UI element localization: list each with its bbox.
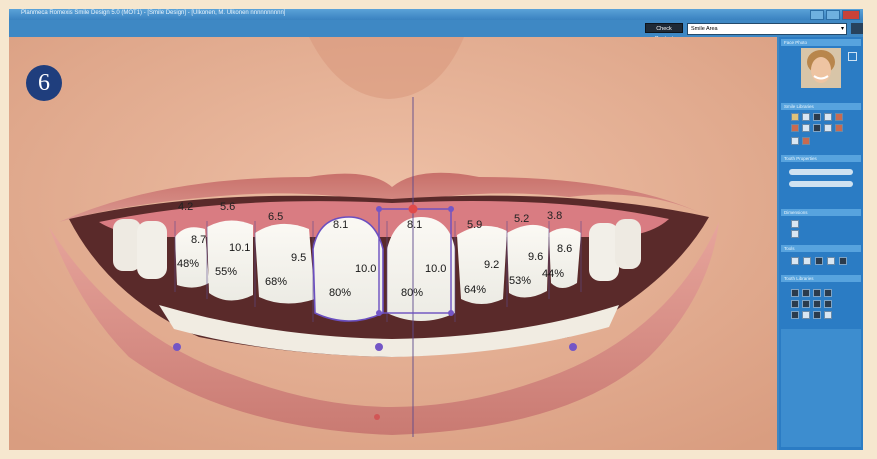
zoom-icon[interactable] [791, 257, 799, 265]
tooth-height-label: 9.2 [484, 259, 500, 271]
close-icon[interactable] [842, 10, 860, 20]
window-controls [810, 10, 860, 20]
smile-option-icon[interactable] [791, 137, 799, 145]
tooth-ratio-label: 80% [401, 287, 424, 299]
pan-icon[interactable] [803, 257, 811, 265]
tooth-ratio-label: 48% [177, 258, 200, 270]
tooth-library-icon[interactable] [824, 300, 832, 308]
panel-section-header[interactable]: Tooth Libraries [781, 275, 861, 282]
maximize-icon[interactable] [826, 10, 840, 20]
panel-section-header[interactable]: Tools [781, 245, 861, 252]
tooth-library-icon[interactable] [791, 289, 799, 297]
mode-select[interactable]: Smile Area ▾ [687, 23, 847, 35]
smile-library-icon[interactable] [791, 113, 799, 121]
panel-section-header[interactable]: Tooth Properties [781, 155, 861, 162]
panel-section-header[interactable]: Dimensions [781, 209, 861, 216]
tooth-property-slider[interactable] [789, 169, 853, 175]
midline-top-marker [408, 204, 418, 214]
tooth-width-label: 8.1 [333, 219, 349, 231]
tooth-height-label: 9.5 [291, 252, 307, 264]
smile-library-icon[interactable] [835, 113, 843, 121]
tooth-ratio-label: 80% [329, 287, 352, 299]
minimize-icon[interactable] [810, 10, 824, 20]
tooth-library-icon[interactable] [791, 300, 799, 308]
smile-library-icon[interactable] [813, 113, 821, 121]
face-photo-thumbnail[interactable] [801, 48, 841, 88]
toolbar-corner-button[interactable] [851, 23, 863, 34]
tooth-library-icon[interactable] [802, 300, 810, 308]
tooth-width-label: 5.6 [220, 201, 236, 213]
tooth-library-icon[interactable] [813, 311, 821, 319]
tooth-width-label: 8.1 [407, 219, 423, 231]
smile-library-icon[interactable] [824, 124, 832, 132]
panel-empty-area [781, 329, 861, 447]
tooth-width-label: 3.8 [547, 210, 563, 222]
tooth-height-label: 10.0 [355, 263, 377, 275]
smile-option-icon[interactable] [802, 137, 810, 145]
tooth-ratio-label: 55% [215, 266, 238, 278]
tooth-width-label: 6.5 [268, 211, 284, 223]
tooth-library-icon[interactable] [824, 289, 832, 297]
toolbar: Check Contact Smile Area ▾ [9, 20, 863, 42]
dimension-toggle-icon[interactable] [791, 230, 799, 238]
settings-icon[interactable] [839, 257, 847, 265]
window-title: Planmeca Romexis Smile Design 5.0 (MOT1)… [21, 10, 286, 16]
tooth-height-label: 8.7 [191, 234, 207, 246]
mode-select-value: Smile Area [691, 26, 718, 32]
tooth-height-label: 9.6 [528, 251, 544, 263]
midline-bottom-marker [374, 414, 380, 420]
tooth-library-icon[interactable] [791, 311, 799, 319]
chevron-down-icon: ▾ [840, 26, 844, 32]
smile-photo [9, 37, 777, 450]
right-side-panel: Face Photo Smile Libraries Tooth Propert… [779, 37, 863, 450]
app-window: Planmeca Romexis Smile Design 5.0 (MOT1)… [9, 9, 863, 450]
tooth-library-icon[interactable] [802, 311, 810, 319]
smile-library-icon[interactable] [824, 113, 832, 121]
title-bar: Planmeca Romexis Smile Design 5.0 (MOT1)… [9, 9, 863, 20]
tooth-height-label: 8.6 [557, 243, 573, 255]
camera-icon[interactable] [815, 257, 823, 265]
step-number-badge: 6 [26, 65, 62, 101]
tooth-library-icon[interactable] [813, 289, 821, 297]
rotate-icon[interactable] [827, 257, 835, 265]
smile-library-icon[interactable] [835, 124, 843, 132]
tooth-ratio-label: 53% [509, 275, 532, 287]
tooth-ratio-label: 44% [542, 268, 565, 280]
collapse-icon[interactable] [848, 52, 857, 61]
tooth-library-icon[interactable] [824, 311, 832, 319]
dimension-toggle-icon[interactable] [791, 220, 799, 228]
tooth-height-label: 10.1 [229, 242, 251, 254]
smile-library-icon[interactable] [802, 113, 810, 121]
smile-library-icon[interactable] [813, 124, 821, 132]
avatar [801, 48, 841, 88]
tooth-library-icon[interactable] [802, 289, 810, 297]
smile-photo-canvas[interactable]: 6 4.2 5.6 6.5 8.1 8.1 5.9 5.2 3.8 8.7 10… [9, 37, 777, 450]
tooth-width-label: 4.2 [178, 201, 194, 213]
smile-library-icon[interactable] [802, 124, 810, 132]
tooth-width-label: 5.2 [514, 213, 530, 225]
tooth-ratio-label: 68% [265, 276, 288, 288]
tooth-ratio-label: 64% [464, 284, 487, 296]
panel-section-header[interactable]: Smile Libraries [781, 103, 861, 110]
tooth-library-icon[interactable] [813, 300, 821, 308]
tooth-height-label: 10.0 [425, 263, 447, 275]
panel-section-header[interactable]: Face Photo [781, 39, 861, 46]
check-contact-button[interactable]: Check Contact [645, 23, 683, 42]
smile-library-icon[interactable] [791, 124, 799, 132]
tooth-property-slider[interactable] [789, 181, 853, 187]
tooth-width-label: 5.9 [467, 219, 483, 231]
